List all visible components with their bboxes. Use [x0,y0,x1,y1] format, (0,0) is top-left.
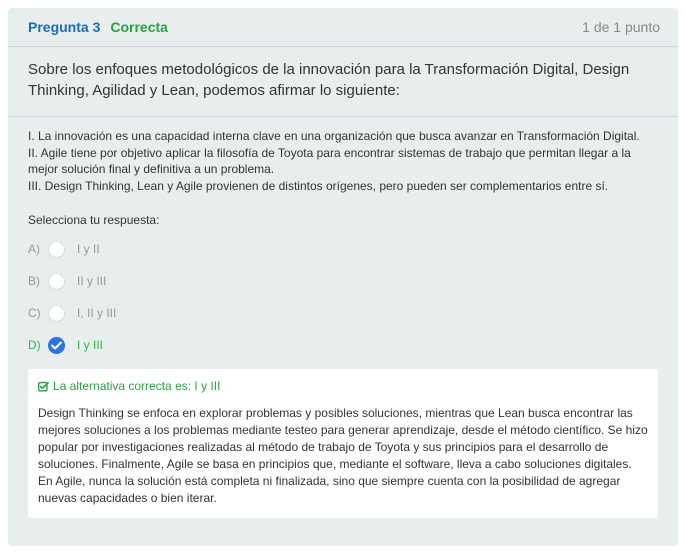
option-letter: C) [28,306,41,320]
statement-2: II. Agile tiene por objetivo aplicar la … [28,145,631,177]
feedback-box: La alternativa correcta es: I y III Desi… [28,369,658,518]
option-c[interactable]: C) I, II y III [28,297,658,329]
answer-options: A) I y II B) II y III C) I, II y III D) … [8,233,678,361]
answer-prompt: Selecciona tu respuesta: [28,213,160,227]
option-text: I y III [77,338,104,352]
option-text: I y II [77,242,100,256]
check-icon [51,341,62,349]
radio-button[interactable] [48,272,65,290]
statement-1: I. La innovación es una capacidad intern… [28,129,640,143]
status-badge: Correcta [110,19,168,35]
radio-button-checked[interactable] [48,336,65,354]
option-text: I, II y III [77,306,117,320]
feedback-body: Design Thinking se enfoca en explorar pr… [38,406,648,505]
check-square-icon [38,381,49,392]
feedback-title: La alternativa correcta es: I y III [38,378,648,394]
option-d[interactable]: D) I y III [28,329,658,361]
option-a[interactable]: A) I y II [28,233,658,265]
option-letter: A) [28,242,40,256]
option-text: II y III [77,274,107,288]
option-b[interactable]: B) II y III [28,265,658,297]
feedback-title-text: La alternativa correcta es: I y III [53,379,221,393]
statements-list: I. La innovación es una capacidad intern… [8,117,678,194]
question-card: Pregunta 3 Correcta 1 de 1 punto Sobre l… [8,8,678,546]
question-number: Pregunta 3 [28,19,101,35]
question-text: Sobre los enfoques metodológicos de la i… [28,61,630,99]
statement-3: III. Design Thinking, Lean y Agile provi… [28,178,609,193]
option-letter: D) [28,338,41,352]
question-header: Pregunta 3 Correcta 1 de 1 punto [8,8,678,46]
points-label: 1 de 1 punto [582,19,660,35]
radio-button[interactable] [48,304,65,322]
radio-button[interactable] [48,240,65,258]
option-letter: B) [28,274,40,288]
